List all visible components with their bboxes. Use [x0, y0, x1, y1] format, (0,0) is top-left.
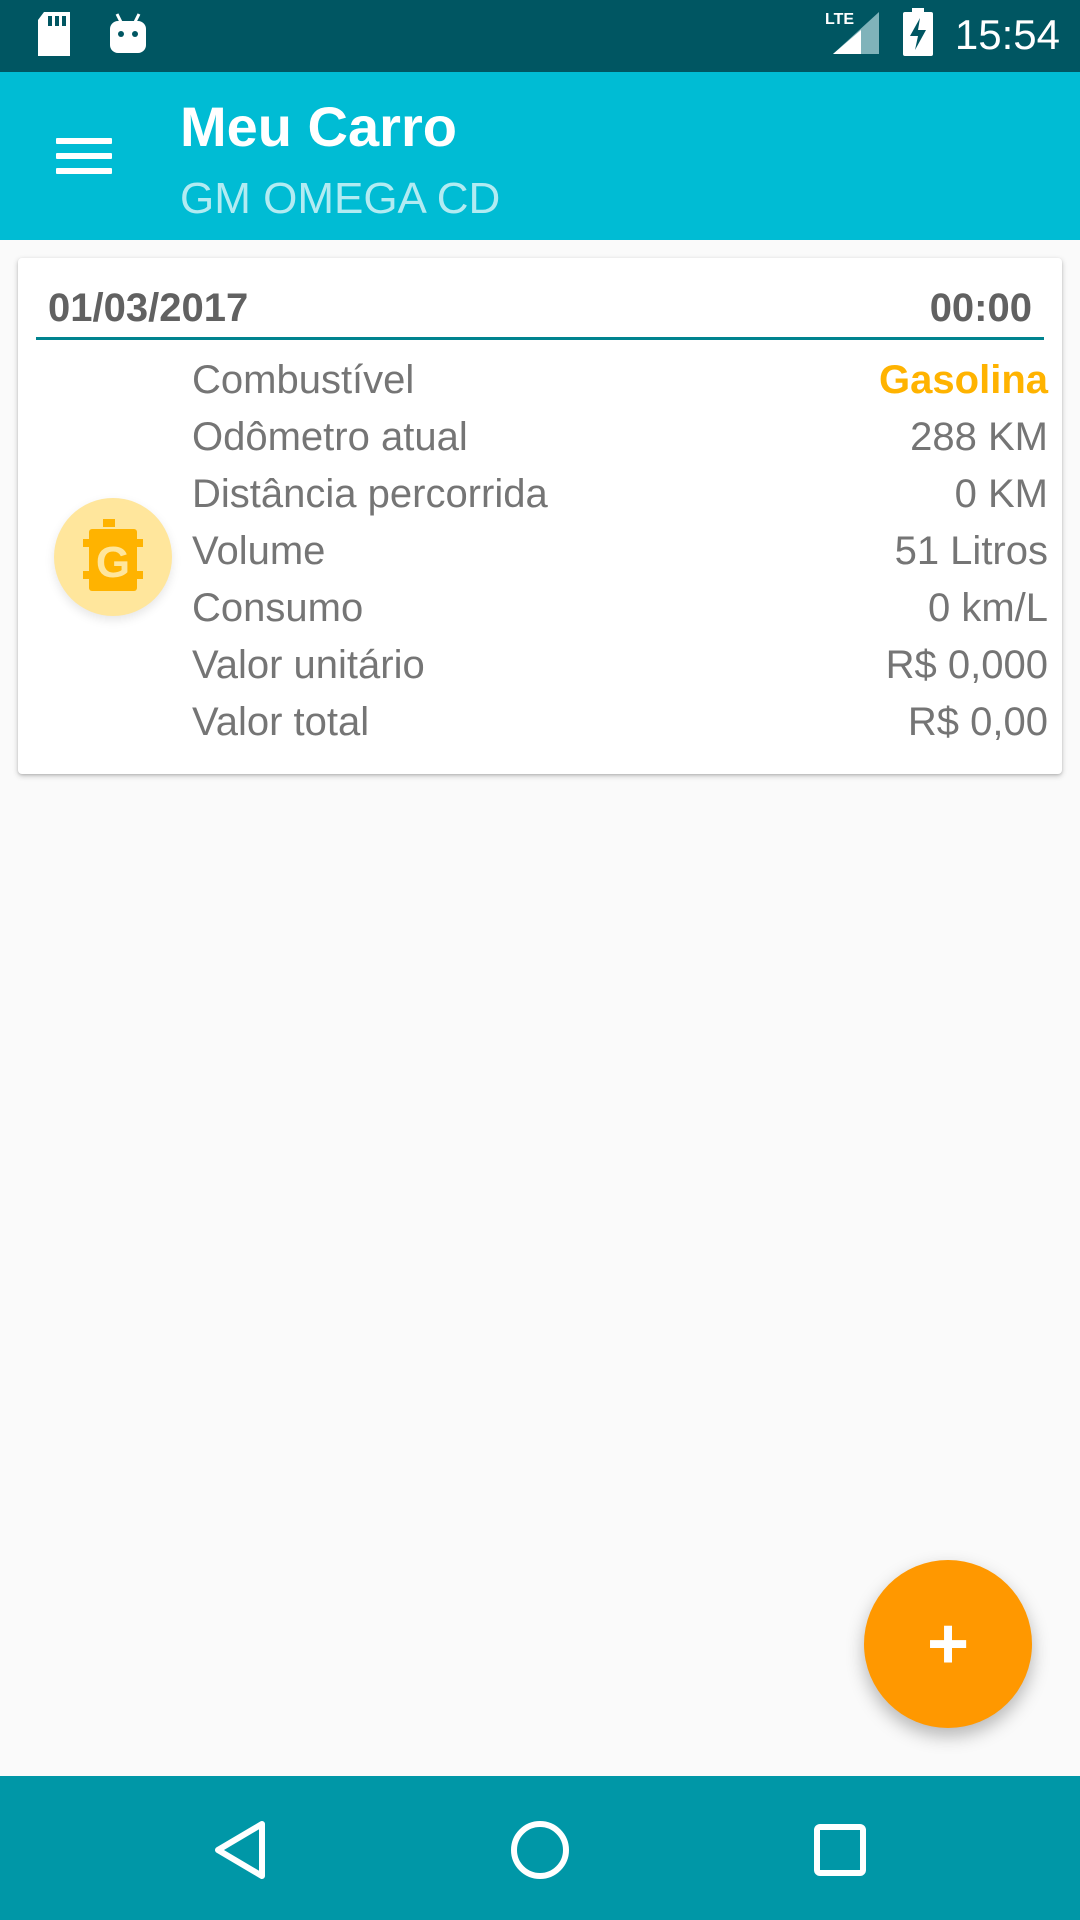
hamburger-menu-icon[interactable]: [36, 120, 132, 192]
row-value: 0 km/L: [927, 586, 1048, 630]
row-label: Distância percorrida: [192, 472, 548, 516]
row-value: 288 KM: [910, 415, 1048, 459]
row-value: 0 KM: [954, 472, 1048, 516]
car-subtitle: GM OMEGA CD: [180, 174, 501, 223]
row-label: Volume: [192, 529, 326, 573]
row-value: Gasolina: [879, 358, 1048, 402]
details-list: Combustível Gasolina Odômetro atual 288 …: [192, 358, 1048, 757]
app-title: Meu Carro: [180, 95, 457, 158]
row-odometro: Odômetro atual 288 KM: [192, 415, 1048, 472]
fuel-gasoline-icon: G: [54, 498, 172, 616]
row-distancia: Distância percorrida 0 KM: [192, 472, 1048, 529]
row-label: Valor total: [192, 700, 370, 744]
row-label: Odômetro atual: [192, 415, 468, 459]
badge-letter: G: [96, 538, 130, 587]
row-consumo: Consumo 0 km/L: [192, 586, 1048, 643]
android-icon: [108, 12, 148, 61]
svg-text:LTE: LTE: [825, 11, 854, 28]
lte-signal-icon: LTE: [825, 8, 881, 61]
back-icon[interactable]: [200, 1810, 280, 1890]
battery-charging-icon: [902, 8, 933, 61]
add-refuel-button[interactable]: +: [864, 1560, 1032, 1728]
recents-icon[interactable]: [800, 1810, 880, 1890]
home-icon[interactable]: [500, 1810, 580, 1890]
row-label: Consumo: [192, 586, 364, 630]
app-bar: Meu Carro GM OMEGA CD: [0, 72, 1080, 240]
card-header: 01/03/2017 00:00: [36, 280, 1044, 340]
row-value: R$ 0,00: [907, 700, 1048, 744]
status-bar: LTE 15:54: [0, 0, 1080, 72]
clock: 15:54: [954, 10, 1060, 58]
system-nav-bar: [0, 1776, 1080, 1920]
row-value: R$ 0,000: [885, 643, 1048, 687]
row-valor-total: Valor total R$ 0,00: [192, 700, 1048, 757]
plus-icon: +: [926, 1604, 970, 1684]
row-value: 51 Litros: [894, 529, 1048, 573]
refuel-time: 00:00: [929, 286, 1032, 330]
row-label: Valor unitário: [192, 643, 425, 687]
row-valor-unitario: Valor unitário R$ 0,000: [192, 643, 1048, 700]
refuel-date: 01/03/2017: [48, 286, 249, 330]
row-combustivel: Combustível Gasolina: [192, 358, 1048, 415]
row-volume: Volume 51 Litros: [192, 529, 1048, 586]
refuel-card[interactable]: 01/03/2017 00:00 G Combustível Gasolina …: [18, 258, 1062, 774]
row-label: Combustível: [192, 358, 415, 402]
sd-card-icon: [36, 12, 72, 61]
